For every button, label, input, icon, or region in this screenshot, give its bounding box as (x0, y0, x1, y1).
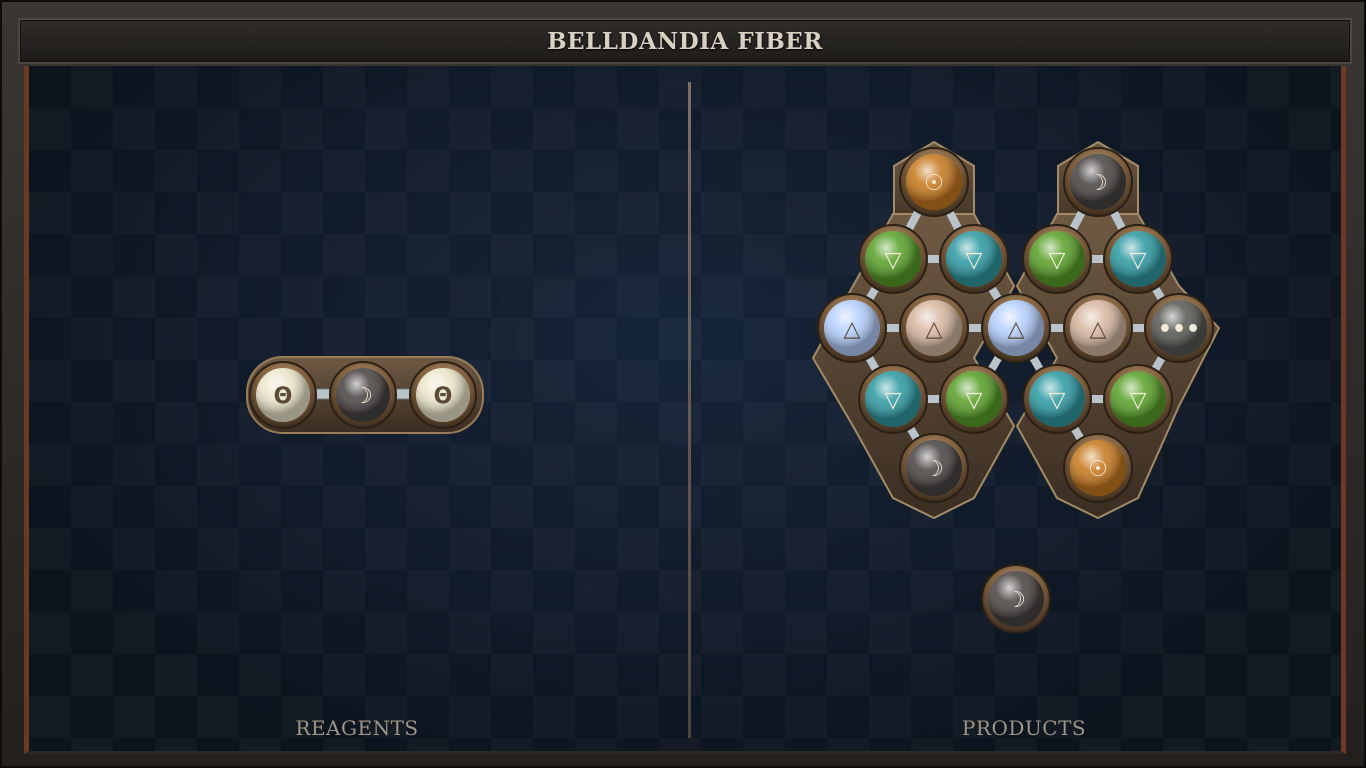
lead-symbol-icon: ☽ (1088, 171, 1108, 196)
salt-symbol-icon: Θ (434, 384, 453, 409)
water-symbol-icon: ▽ (885, 388, 902, 413)
product-atom-air[interactable]: △ (981, 293, 1051, 363)
repeat-symbol-icon: ••• (1158, 317, 1200, 342)
earth-symbol-icon: ▽ (1049, 248, 1066, 273)
product-atom-lead[interactable]: ☽ (1063, 147, 1133, 217)
puzzle-board: Θ ☽ Θ ☉ ▽ ▽ △ △ ▽ ▽ ☽ △ ☽ ▽ ▽ △ ••• ▽ ▽ ☉ ☽ REAGENTS PRODUCT… (24, 66, 1346, 754)
product-atom-air[interactable]: △ (817, 293, 887, 363)
fire-symbol-icon: △ (926, 317, 943, 342)
product-atom-earth[interactable]: ▽ (858, 224, 928, 294)
reagent-atom-salt[interactable]: Θ (249, 361, 317, 429)
product-atom-fire[interactable]: △ (1063, 293, 1133, 363)
product-atom-fire[interactable]: △ (899, 293, 969, 363)
product-atom-repeat[interactable]: ••• (1144, 293, 1214, 363)
earth-symbol-icon: ▽ (1130, 388, 1147, 413)
lead-symbol-icon: ☽ (924, 457, 944, 482)
product-atom-lead[interactable]: ☽ (899, 433, 969, 503)
gold-symbol-icon: ☉ (924, 171, 944, 196)
window-frame: BELLDANDIA FIBER Θ ☽ Θ ☉ ▽ ▽ △ △ ▽ ▽ ☽ △… (0, 0, 1366, 768)
product-atom-water[interactable]: ▽ (1103, 224, 1173, 294)
reagent-atom-salt[interactable]: Θ (409, 361, 477, 429)
earth-symbol-icon: ▽ (885, 248, 902, 273)
gold-symbol-icon: ☉ (1088, 457, 1108, 482)
product-atom-water[interactable]: ▽ (858, 364, 928, 434)
product-atom-lead[interactable]: ☽ (981, 564, 1051, 634)
molecule-canvas: Θ ☽ Θ ☉ ▽ ▽ △ △ ▽ ▽ ☽ △ ☽ ▽ ▽ △ ••• ▽ ▽ ☉ ☽ (246, 140, 1221, 634)
product-atom-water[interactable]: ▽ (1022, 364, 1092, 434)
water-symbol-icon: ▽ (1049, 388, 1066, 413)
product-atom-gold[interactable]: ☉ (899, 147, 969, 217)
earth-symbol-icon: ▽ (966, 388, 983, 413)
product-atom-gold[interactable]: ☉ (1063, 433, 1133, 503)
salt-symbol-icon: Θ (274, 384, 293, 409)
reagents-label: REAGENTS (295, 716, 419, 740)
lead-symbol-icon: ☽ (1006, 588, 1026, 613)
products-label: PRODUCTS (961, 716, 1087, 740)
fire-symbol-icon: △ (1090, 317, 1107, 342)
water-symbol-icon: ▽ (966, 248, 983, 273)
product-atom-earth[interactable]: ▽ (939, 364, 1009, 434)
lead-symbol-icon: ☽ (353, 384, 373, 409)
water-symbol-icon: ▽ (1130, 248, 1147, 273)
product-atom-earth[interactable]: ▽ (1022, 224, 1092, 294)
title-bar: BELLDANDIA FIBER (18, 18, 1352, 64)
product-atom-water[interactable]: ▽ (939, 224, 1009, 294)
product-atom-earth[interactable]: ▽ (1103, 364, 1173, 434)
reagent-atom-lead[interactable]: ☽ (329, 361, 397, 429)
window-title: BELLDANDIA FIBER (547, 27, 823, 55)
air-symbol-icon: △ (844, 317, 861, 342)
air-symbol-icon: △ (1008, 317, 1025, 342)
